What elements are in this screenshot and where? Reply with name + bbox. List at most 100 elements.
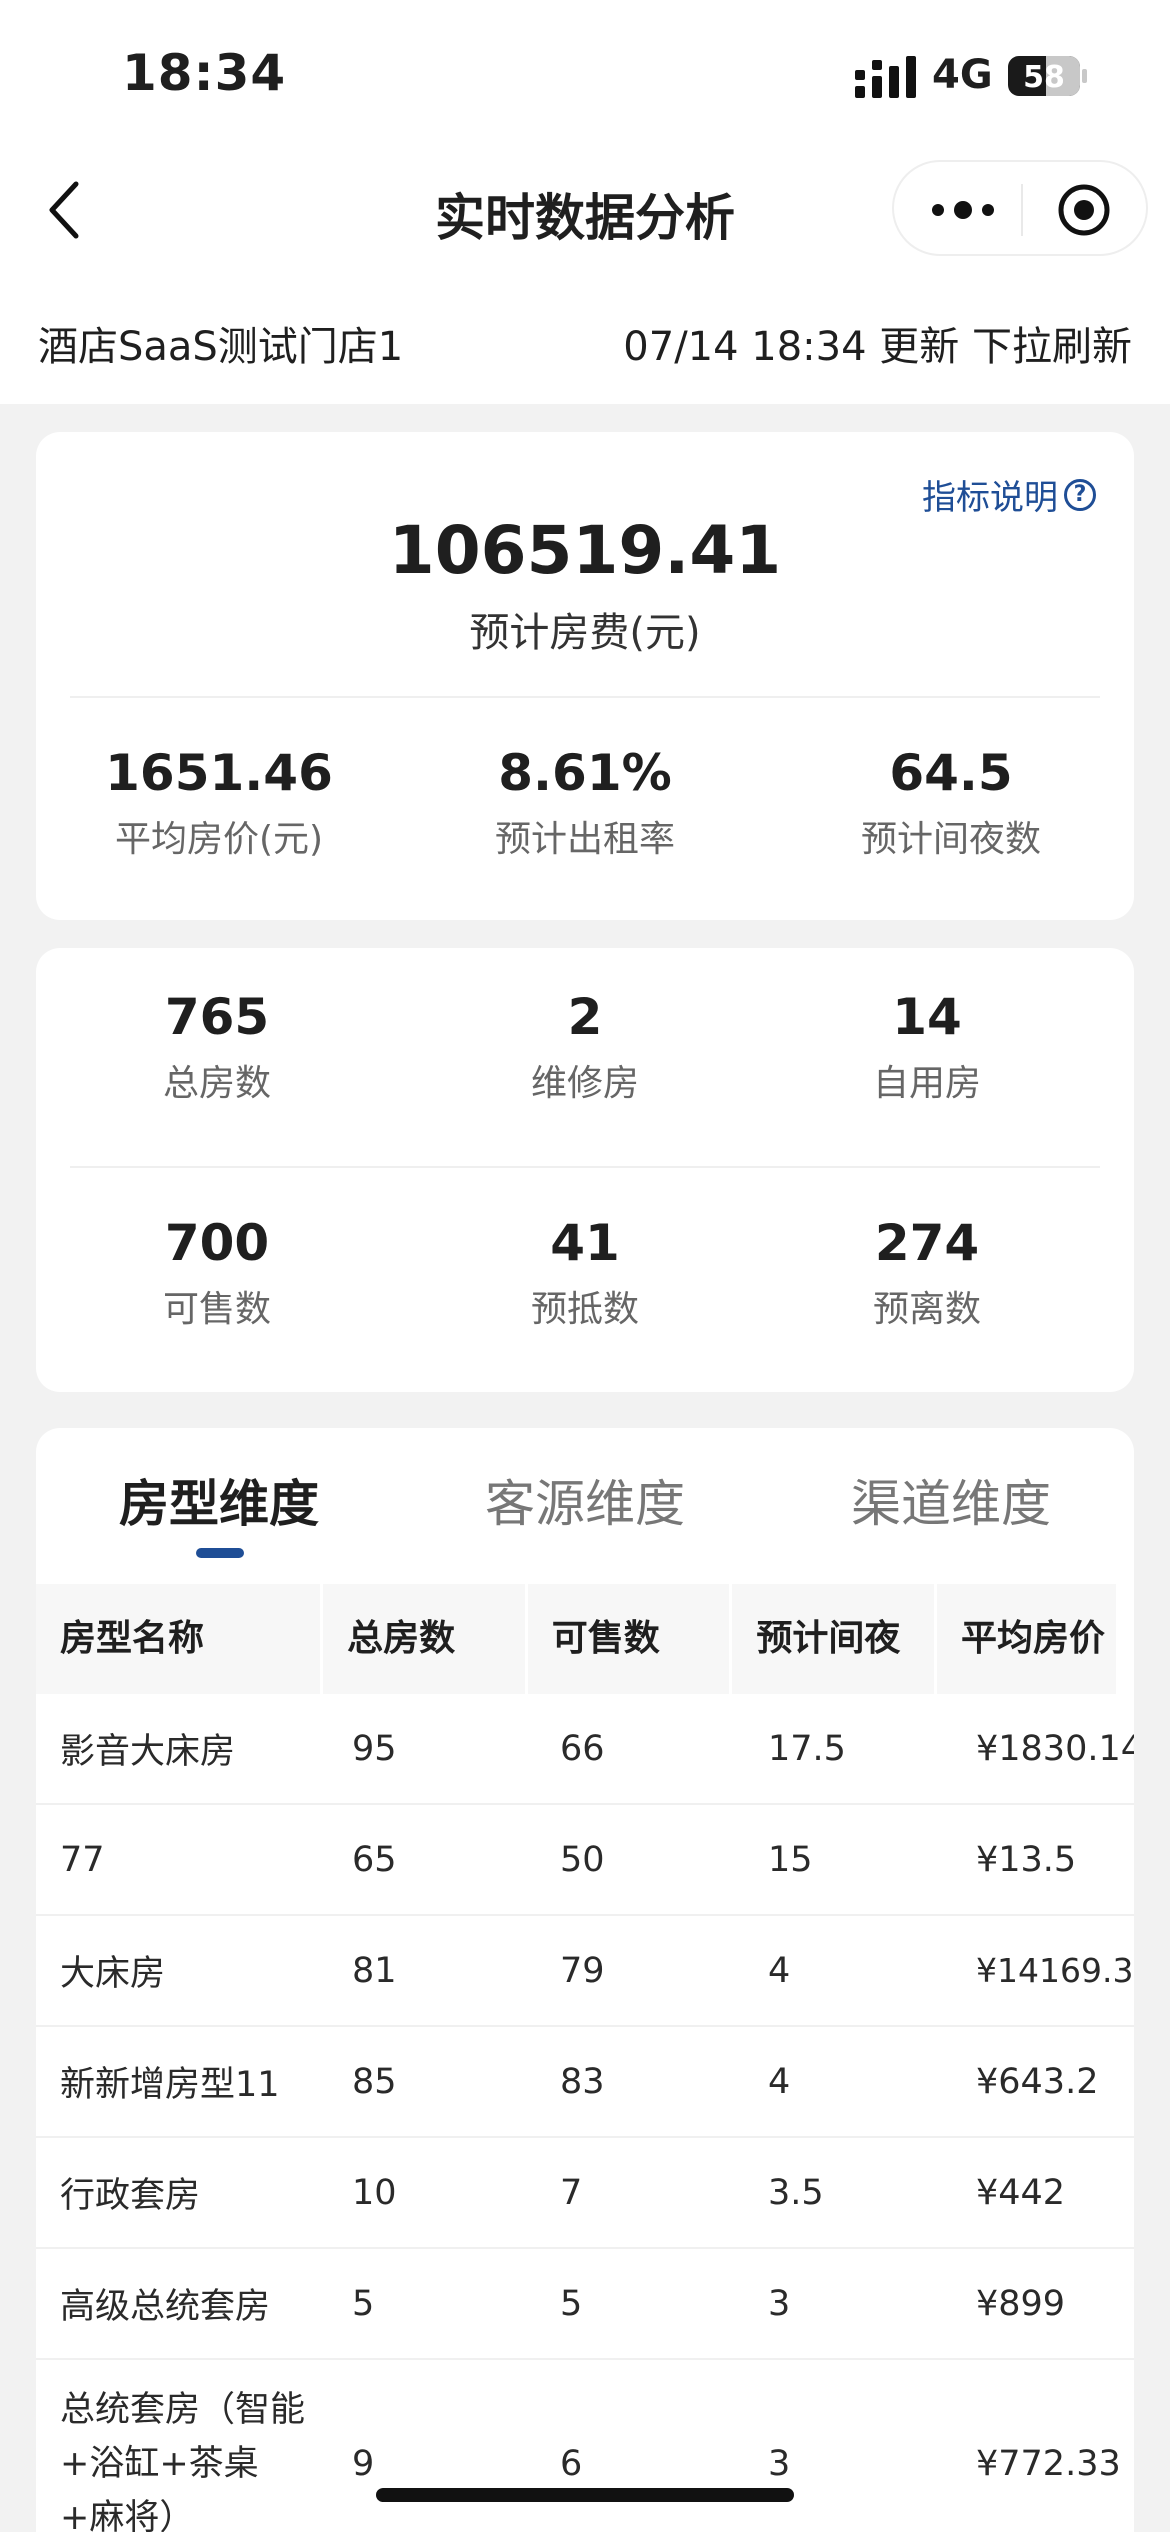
stat-label: 自用房 [872,1063,981,1104]
total-rooms-cell: 65 [352,1839,397,1880]
expected-room-revenue-label: 预计房费(元) [469,610,701,656]
sellable-cell: 83 [560,2061,605,2102]
room-type-name: 大床房 [60,1954,166,1994]
stat-value: 41 [550,1214,620,1272]
room-type-name: 新新增房型11 [60,2065,280,2105]
average-rate-cell: ¥1830.14 [976,1728,1134,1769]
stat-sellable-rooms: 700 可售数 [36,1214,402,1332]
column-header: 平均房价 [960,1618,1105,1659]
more-icon[interactable] [928,186,998,234]
stat-expected-arrivals: 41 预抵数 [402,1214,768,1332]
close-miniprogram-icon[interactable] [1056,182,1112,238]
total-rooms-cell: 85 [352,2061,397,2102]
stat-label: 可售数 [162,1289,271,1330]
stat-value: 64.5 [889,744,1013,802]
stat-maintenance-rooms: 2 维修房 [402,988,768,1106]
stat-label: 预抵数 [530,1289,639,1330]
column-header: 可售数 [528,1584,733,1694]
room-type-name: 高级总统套房 [60,2287,271,2327]
room-nights-cell: 3 [768,2283,791,2324]
column-header: 房型名称 [36,1584,324,1694]
sellable-cell: 7 [560,2172,583,2213]
sellable-cell: 66 [560,1728,605,1769]
question-icon: ? [1064,478,1096,511]
room-nights-cell: 4 [768,1950,791,1991]
stat-value: 765 [164,988,270,1046]
table-row[interactable]: 行政套房 10 7 3.5 ¥442 [36,2138,1134,2249]
stat-label: 总房数 [162,1063,271,1104]
miniprogram-capsule [892,160,1148,256]
store-name: 酒店SaaS测试门店1 [38,324,404,370]
room-type-name: 行政套房 [60,2176,201,2216]
stat-value: 2 [567,988,603,1046]
room-nights-cell: 17.5 [768,1728,846,1769]
header-area: 18:34 4G 58 实时数据分析 酒店SaaS测试门店1 07/14 18:… [0,0,1170,404]
room-type-name: 77 [60,1839,105,1880]
status-time: 18:34 [122,44,287,102]
stat-value: 14 [892,988,962,1046]
room-type-name: 总统套房（智能+浴缸+茶桌+麻将） [60,2390,306,2532]
dimension-card: 房型维度 客源维度 渠道维度 房型名称 总房数 可售数 预计间夜 平均房价 影音… [36,1428,1134,2532]
stat-label: 预计出租率 [494,819,675,860]
average-rate-cell: ¥899 [976,2283,1066,2324]
sellable-cell: 6 [560,2444,583,2484]
room-nights-cell: 4 [768,2061,791,2102]
divider [70,1166,1100,1168]
total-rooms-cell: 81 [352,1950,397,1991]
total-rooms-cell: 9 [352,2444,375,2484]
table-header: 房型名称 总房数 可售数 预计间夜 平均房价 [36,1584,1116,1694]
room-count-card: 765 总房数 2 维修房 14 自用房 700 可售数 41 预抵数 274 … [36,948,1134,1392]
table-row[interactable]: 总统套房（智能+浴缸+茶桌+麻将） 9 6 3 ¥772.33 [36,2360,1134,2532]
expected-room-revenue-value: 106519.41 [388,512,782,589]
network-label: 4G [932,52,993,98]
average-rate-cell: ¥643.2 [976,2061,1099,2102]
stat-label: 平均房价(元) [114,819,324,860]
stat-value: 1651.46 [105,744,333,802]
stat-average-rate: 1651.46 平均房价(元) [36,744,402,862]
table-row[interactable]: 高级总统套房 5 5 3 ¥899 [36,2249,1134,2360]
battery-level: 58 [1023,60,1065,95]
tab-room-type[interactable]: 房型维度 [36,1464,402,1536]
table-row[interactable]: 大床房 81 79 4 ¥14169.38 [36,1916,1134,2027]
stat-room-nights: 64.5 预计间夜数 [768,744,1134,862]
dimension-tabs: 房型维度 客源维度 渠道维度 [36,1428,1134,1578]
total-rooms-cell: 5 [352,2283,375,2324]
column-header: 总房数 [323,1584,528,1694]
tab-guest-source[interactable]: 客源维度 [402,1464,768,1536]
average-rate-cell: ¥13.5 [976,1839,1077,1880]
total-rooms-cell: 95 [352,1728,397,1769]
average-rate-cell: ¥442 [976,2172,1066,2213]
room-nights-cell: 3.5 [768,2172,824,2213]
sellable-cell: 79 [560,1950,605,1991]
home-indicator [376,2488,794,2502]
sellable-cell: 5 [560,2283,583,2324]
revenue-summary-card: 指标说明 ? 106519.41 预计房费(元) 1651.46 平均房价(元)… [36,432,1134,920]
divider [70,696,1100,698]
signal-icon [855,56,916,98]
update-time[interactable]: 07/14 18:34 更新 下拉刷新 [623,314,1132,372]
store-info-bar: 酒店SaaS测试门店1 07/14 18:34 更新 下拉刷新 [0,306,1170,376]
room-nights-cell: 3 [768,2444,791,2484]
room-type-name: 影音大床房 [60,1732,236,1772]
capsule-divider [1021,184,1023,236]
average-rate-cell: ¥14169.38 [976,1951,1134,1990]
table-row[interactable]: 77 65 50 15 ¥13.5 [36,1805,1134,1916]
stat-occupancy: 8.61% 预计出租率 [402,744,768,862]
stat-label: 维修房 [530,1063,639,1104]
sellable-cell: 50 [560,1839,605,1880]
total-rooms-cell: 10 [352,2172,397,2213]
table-row[interactable]: 影音大床房 95 66 17.5 ¥1830.14 [36,1694,1134,1805]
active-tab-indicator [196,1548,244,1558]
stat-self-use-rooms: 14 自用房 [744,988,1110,1106]
stat-label: 预计间夜数 [860,819,1041,860]
table-row[interactable]: 新新增房型11 85 83 4 ¥643.2 [36,2027,1134,2138]
stat-value: 8.61% [498,744,672,802]
stat-value: 700 [164,1214,270,1272]
tab-channel[interactable]: 渠道维度 [768,1464,1134,1536]
status-bar: 18:34 4G 58 [0,0,1170,150]
navigation-bar: 实时数据分析 [0,150,1170,270]
battery-icon: 58 [1008,56,1087,96]
average-rate-cell: ¥772.33 [976,2444,1121,2484]
stat-total-rooms: 765 总房数 [36,988,402,1106]
stat-expected-departures: 274 预离数 [744,1214,1110,1332]
